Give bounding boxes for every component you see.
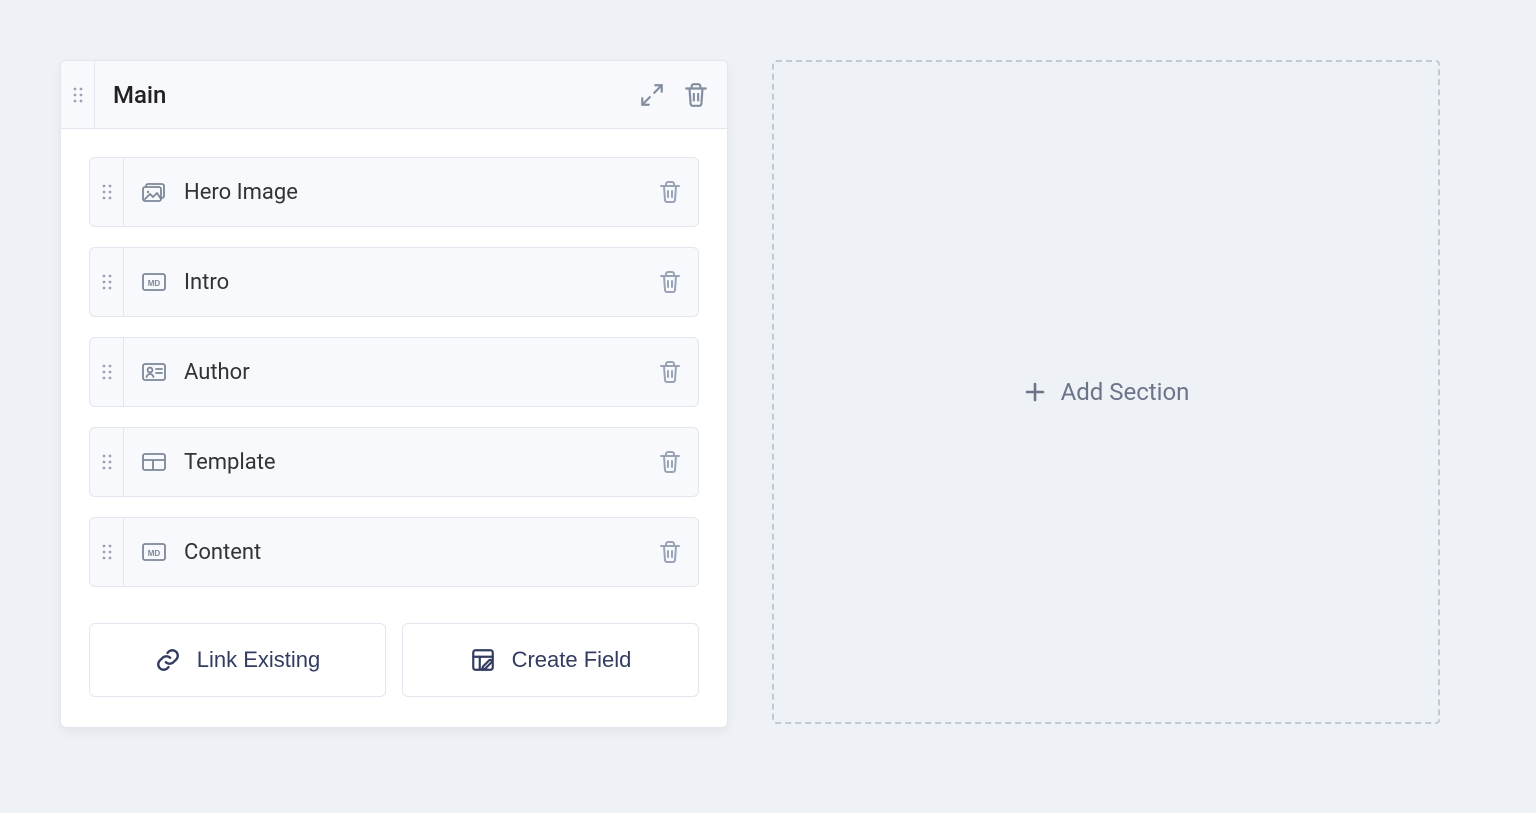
- section-toolbar: [621, 61, 727, 128]
- field-row[interactable]: Template: [89, 427, 699, 497]
- image-type-icon: [140, 179, 168, 205]
- delete-field-icon[interactable]: [658, 180, 682, 204]
- plus-icon: [1023, 380, 1047, 404]
- field-label: Template: [184, 450, 642, 475]
- field-row[interactable]: Intro: [89, 247, 699, 317]
- grip-icon: [101, 273, 113, 291]
- section-drag-handle[interactable]: [61, 61, 95, 128]
- grip-icon: [101, 543, 113, 561]
- section-actions: Link Existing Create Field: [89, 623, 699, 697]
- markdown-type-icon: [140, 539, 168, 565]
- section-header: Main: [61, 61, 727, 129]
- field-drag-handle[interactable]: [90, 158, 124, 226]
- delete-field-icon[interactable]: [658, 270, 682, 294]
- section-card: Main Hero Image Intro: [60, 60, 728, 728]
- delete-section-icon[interactable]: [683, 82, 709, 108]
- link-existing-label: Link Existing: [197, 647, 321, 673]
- section-body: Hero Image Intro Author: [61, 129, 727, 727]
- field-drag-handle[interactable]: [90, 248, 124, 316]
- field-row[interactable]: Author: [89, 337, 699, 407]
- field-label: Content: [184, 540, 642, 565]
- field-drag-handle[interactable]: [90, 338, 124, 406]
- component-type-icon: [140, 449, 168, 475]
- field-label: Hero Image: [184, 180, 642, 205]
- field-row[interactable]: Content: [89, 517, 699, 587]
- delete-field-icon[interactable]: [658, 360, 682, 384]
- add-section-button[interactable]: Add Section: [772, 60, 1440, 724]
- grip-icon: [72, 86, 84, 104]
- form-edit-icon: [470, 647, 496, 673]
- link-existing-button[interactable]: Link Existing: [89, 623, 386, 697]
- add-section-label: Add Section: [1061, 378, 1190, 406]
- field-drag-handle[interactable]: [90, 428, 124, 496]
- grip-icon: [101, 453, 113, 471]
- field-row[interactable]: Hero Image: [89, 157, 699, 227]
- field-drag-handle[interactable]: [90, 518, 124, 586]
- delete-field-icon[interactable]: [658, 450, 682, 474]
- markdown-type-icon: [140, 269, 168, 295]
- section-title: Main: [95, 61, 621, 128]
- field-label: Intro: [184, 270, 642, 295]
- field-label: Author: [184, 360, 642, 385]
- link-icon: [155, 647, 181, 673]
- create-field-label: Create Field: [512, 647, 632, 673]
- grip-icon: [101, 363, 113, 381]
- expand-icon[interactable]: [639, 82, 665, 108]
- create-field-button[interactable]: Create Field: [402, 623, 699, 697]
- delete-field-icon[interactable]: [658, 540, 682, 564]
- grip-icon: [101, 183, 113, 201]
- reference-type-icon: [140, 359, 168, 385]
